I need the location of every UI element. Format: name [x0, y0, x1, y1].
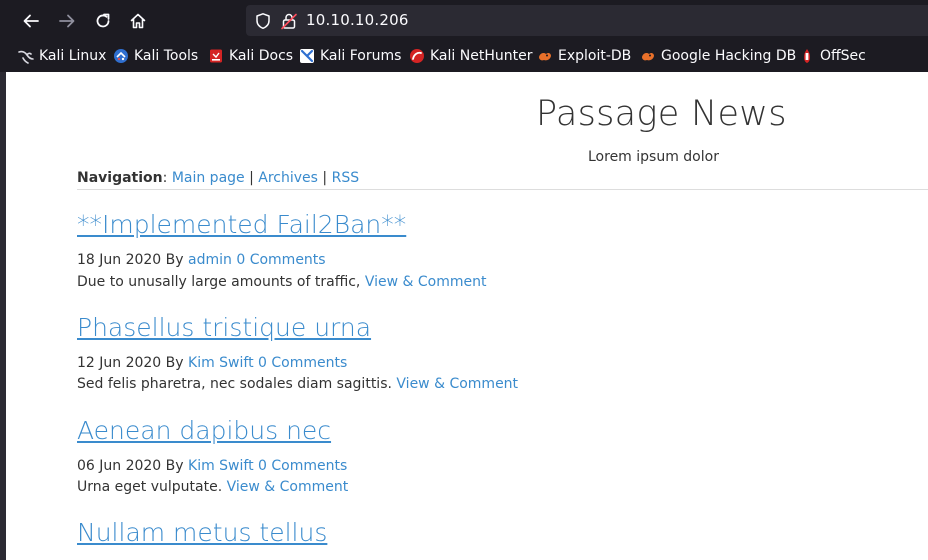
- view-comment-link[interactable]: View & Comment: [396, 376, 518, 392]
- post-excerpt: Urna eget vulputate. View & Comment: [77, 479, 348, 495]
- post-excerpt-text: Urna eget vulputate.: [77, 479, 223, 495]
- bookmarks-toolbar: Kali Linux Kali Tools Kali Docs Kali For…: [0, 40, 928, 72]
- post-comments-link[interactable]: 0 Comments: [258, 458, 347, 474]
- kali-docs-icon: [210, 49, 222, 63]
- post-excerpt-text: Sed felis pharetra, nec sodales diam sag…: [77, 376, 392, 392]
- site-navigation: Navigation: Main page | Archives | RSS: [77, 170, 359, 186]
- forward-arrow-icon: [59, 14, 75, 28]
- home-icon: [130, 13, 146, 29]
- nav-separator: |: [249, 170, 254, 186]
- site-title: Passage News: [536, 94, 787, 134]
- bookmark-label: Kali NetHunter: [430, 48, 533, 64]
- post-meta: 12 Jun 2020 By Kim Swift 0 Comments: [77, 355, 347, 371]
- bookmark-label: Kali Tools: [134, 48, 199, 64]
- view-comment-link[interactable]: View & Comment: [365, 274, 487, 290]
- post-author-link[interactable]: Kim Swift: [188, 458, 254, 474]
- post-author-link[interactable]: admin: [188, 252, 232, 268]
- bookmark-kali-nethunter[interactable]: Kali NetHunter: [409, 46, 532, 66]
- ghdb-icon: [642, 52, 654, 61]
- nav-link-rss[interactable]: RSS: [332, 170, 360, 186]
- bookmark-kali-tools[interactable]: Kali Tools: [113, 46, 198, 66]
- post-title-link[interactable]: **Implemented Fail2Ban**: [77, 210, 406, 239]
- post-comments-link[interactable]: 0 Comments: [258, 355, 347, 371]
- bookmark-offsec[interactable]: OffSec: [799, 46, 866, 66]
- exploit-db-icon: [539, 52, 551, 61]
- bookmark-label: Kali Forums: [320, 48, 402, 64]
- shield-icon[interactable]: [254, 12, 272, 30]
- nav-link-main-page[interactable]: Main page: [172, 170, 245, 186]
- post-author-link[interactable]: Kim Swift: [188, 355, 254, 371]
- bookmark-kali-docs[interactable]: Kali Docs: [208, 46, 293, 66]
- bookmark-label: OffSec: [820, 48, 866, 64]
- address-bar[interactable]: 10.10.10.206: [246, 5, 928, 36]
- post-comments-link[interactable]: 0 Comments: [236, 252, 325, 268]
- navigation-colon: :: [162, 170, 168, 186]
- offsec-icon: [804, 49, 810, 63]
- post-date: 12 Jun 2020 By: [77, 355, 184, 371]
- bookmark-label: Google Hacking DB: [661, 48, 797, 64]
- kali-forums-icon: [300, 49, 314, 63]
- post-excerpt: Due to unusally large amounts of traffic…: [77, 274, 486, 290]
- view-comment-link[interactable]: View & Comment: [227, 479, 349, 495]
- post-meta: 18 Jun 2020 By admin 0 Comments: [77, 252, 326, 268]
- post-title-link[interactable]: Nullam metus tellus: [77, 518, 327, 547]
- bookmark-label: Exploit-DB: [558, 48, 632, 64]
- nav-separator: |: [322, 170, 328, 186]
- bookmark-label: Kali Linux: [39, 48, 107, 64]
- navigation-label: Navigation: [77, 170, 163, 186]
- insecure-lock-icon[interactable]: [280, 12, 298, 30]
- back-arrow-icon: [23, 14, 39, 28]
- bookmark-label: Kali Docs: [229, 48, 294, 64]
- bookmark-kali-forums[interactable]: Kali Forums: [299, 46, 401, 66]
- browser-chrome: 10.10.10.206 Kali Linux Kali Tools Kali …: [0, 0, 928, 72]
- navigation-toolbar: 10.10.10.206: [0, 0, 928, 40]
- bookmark-exploit-db[interactable]: Exploit-DB: [537, 46, 631, 66]
- home-button[interactable]: [126, 9, 150, 33]
- bookmark-google-hacking-db[interactable]: Google Hacking DB: [640, 46, 796, 66]
- kali-dragon-icon: [18, 50, 34, 64]
- post-meta: 06 Jun 2020 By Kim Swift 0 Comments: [77, 458, 347, 474]
- reload-icon: [96, 13, 110, 28]
- nav-link-archives[interactable]: Archives: [258, 170, 318, 186]
- post-title-link[interactable]: Aenean dapibus nec: [77, 416, 331, 445]
- url-text[interactable]: 10.10.10.206: [306, 11, 409, 29]
- header-divider: [77, 189, 928, 190]
- reload-button[interactable]: [91, 9, 115, 33]
- post-excerpt-text: Due to unusally large amounts of traffic…: [77, 274, 361, 290]
- back-button[interactable]: [19, 9, 43, 33]
- kali-tools-icon: [114, 49, 128, 63]
- post-date: 18 Jun 2020 By: [77, 252, 184, 268]
- nethunter-icon: [410, 49, 424, 63]
- site-subtitle: Lorem ipsum dolor: [588, 149, 719, 165]
- web-page: Passage News Lorem ipsum dolor Navigatio…: [0, 72, 928, 560]
- post-date: 06 Jun 2020 By: [77, 458, 184, 474]
- bookmark-kali-linux[interactable]: Kali Linux: [18, 46, 106, 66]
- post-title-link[interactable]: Phasellus tristique urna: [77, 313, 371, 342]
- forward-button[interactable]: [55, 9, 79, 33]
- post-excerpt: Sed felis pharetra, nec sodales diam sag…: [77, 376, 518, 392]
